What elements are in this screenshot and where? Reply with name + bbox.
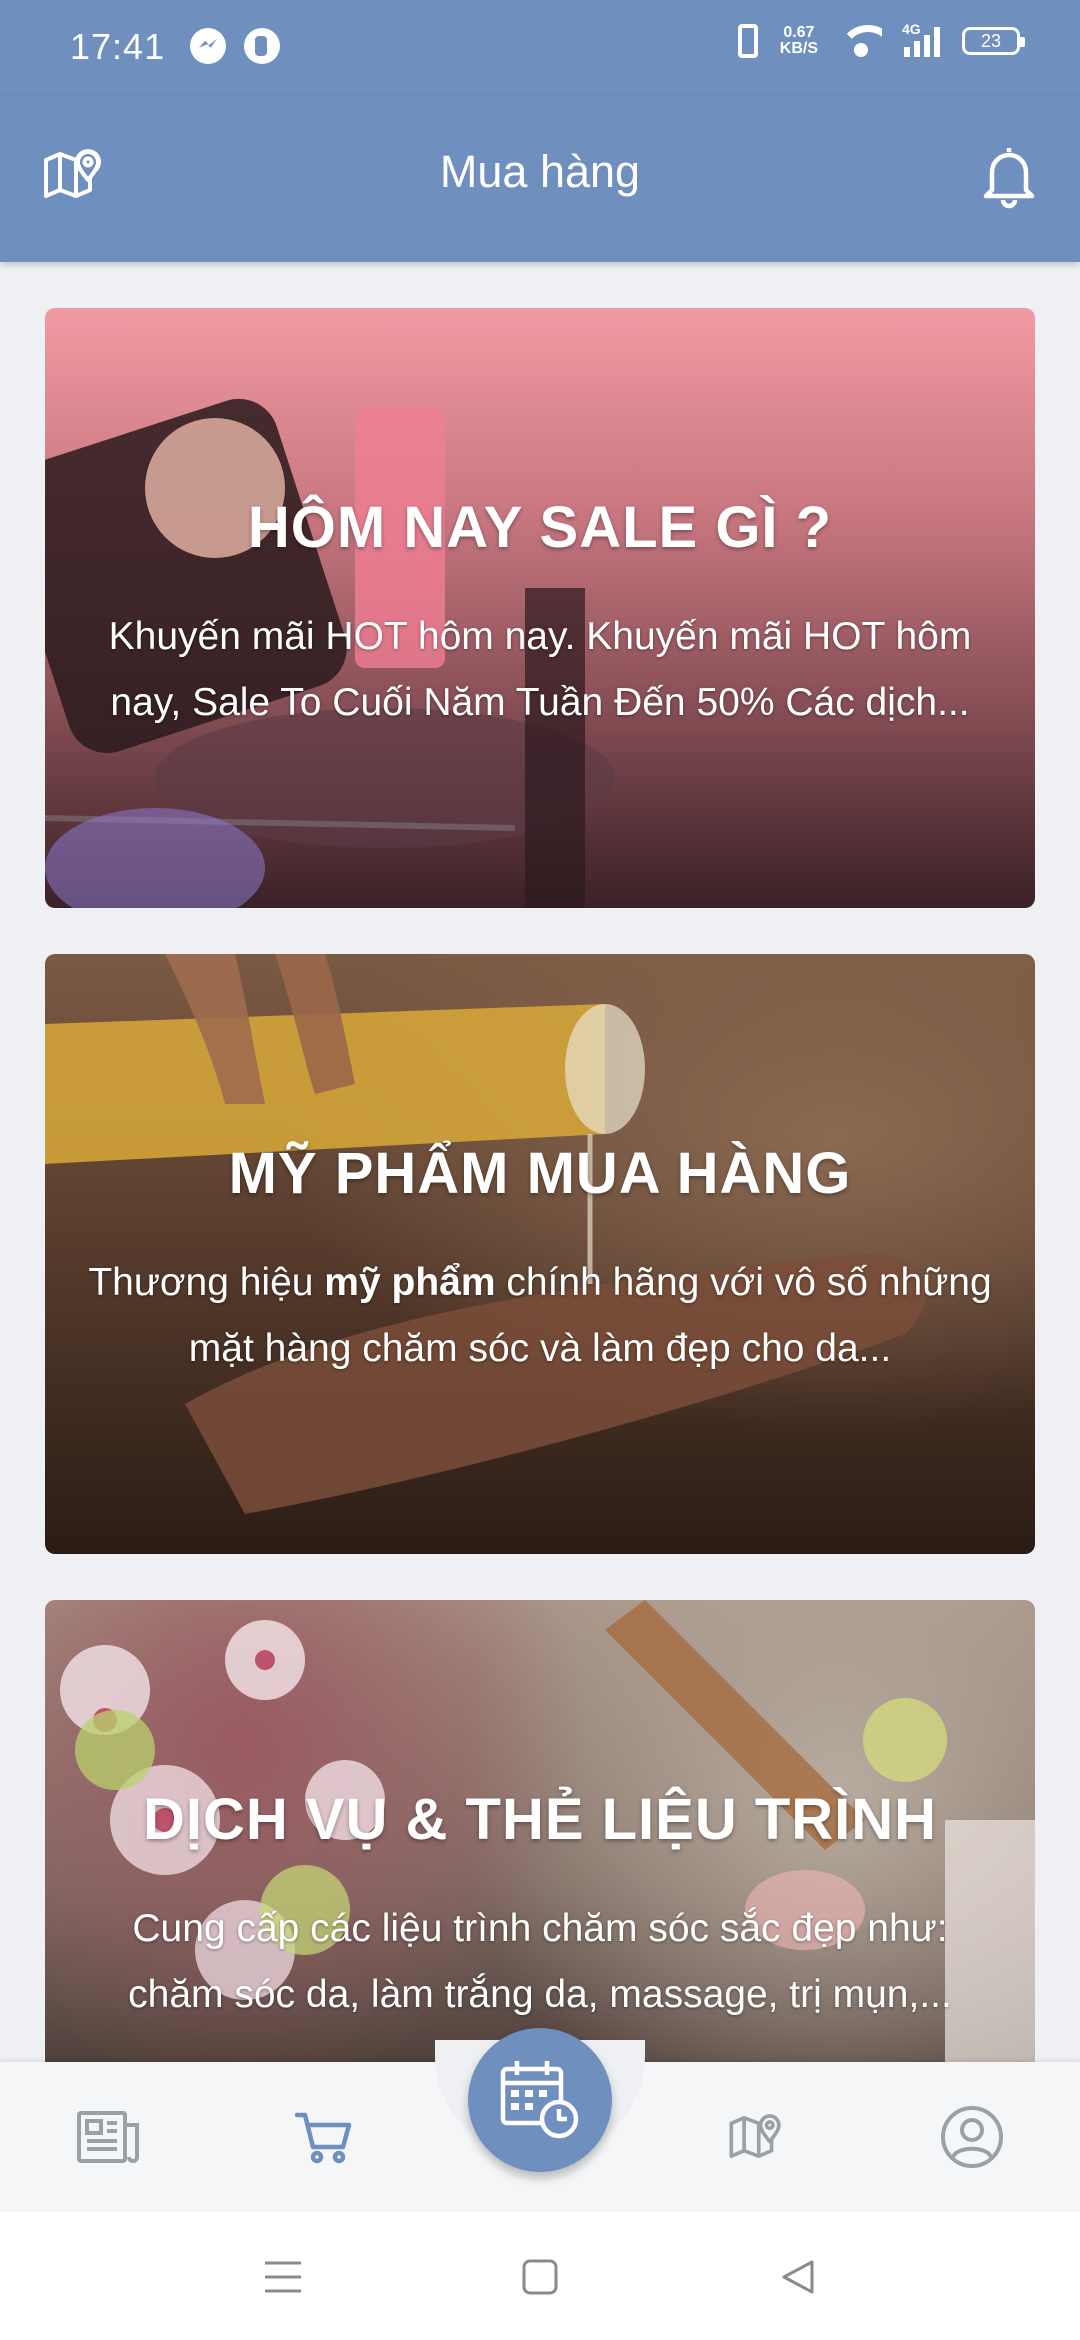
network-type: 4G <box>902 21 921 37</box>
bell-icon <box>983 148 1035 209</box>
nav-profile[interactable] <box>932 2102 1012 2172</box>
nav-cart[interactable] <box>284 2102 364 2172</box>
status-indicators: 0.67 KB/S 4G 23 <box>737 21 1025 58</box>
card-description-prefix: Thương hiệu <box>88 1261 325 1304</box>
category-list: HÔM NAY SALE GÌ ? Khuyến mãi HOT hôm nay… <box>45 308 1035 2116</box>
user-icon <box>941 2106 1003 2168</box>
news-icon <box>77 2111 139 2163</box>
card-description: Khuyến mãi HOT hôm nay. Khuyến mãi HOT h… <box>108 615 972 724</box>
card-title: MỸ PHẨM MUA HÀNG <box>228 1141 852 1206</box>
status-bar: 17:41 0.67 KB/S 4G 23 <box>0 0 1080 96</box>
system-navigation-bar <box>0 2212 1080 2340</box>
notifications-button[interactable] <box>974 140 1044 210</box>
map-icon <box>729 2114 781 2159</box>
back-triangle-icon <box>782 2260 814 2294</box>
card-title: DỊCH VỤ & THẺ LIỆU TRÌNH <box>142 1787 938 1852</box>
page-title: Mua hàng <box>439 146 641 197</box>
card-title: HÔM NAY SALE GÌ ? <box>247 495 833 560</box>
back-button[interactable] <box>772 2252 822 2302</box>
menu-icon <box>265 2261 301 2293</box>
status-time: 17:41 <box>70 26 166 67</box>
calendar-clock-icon <box>500 2061 579 2139</box>
vibrate-icon <box>737 24 758 58</box>
wifi-icon <box>840 25 882 57</box>
card-description-bold: mỹ phẩm <box>324 1261 496 1304</box>
network-speed-value: 0.67 <box>783 24 815 41</box>
booking-fab-button[interactable] <box>468 2028 612 2172</box>
category-card-sale[interactable]: HÔM NAY SALE GÌ ? Khuyến mãi HOT hôm nay… <box>45 308 1035 908</box>
battery-icon: 23 <box>962 27 1025 55</box>
nav-news[interactable] <box>68 2102 148 2172</box>
network-speed: 0.67 KB/S <box>780 25 818 57</box>
category-card-services[interactable]: DỊCH VỤ & THẺ LIỆU TRÌNH Cung cấp các li… <box>45 1600 1035 2070</box>
app-notification-icon <box>244 28 280 64</box>
category-card-cosmetics[interactable]: MỸ PHẨM MUA HÀNG Thương hiệu mỹ phẩm chí… <box>45 954 1035 1554</box>
square-icon <box>522 2259 558 2295</box>
notification-icons <box>190 28 280 64</box>
messenger-icon <box>190 28 226 64</box>
network-speed-unit: KB/S <box>779 40 818 57</box>
card-description: Cung cấp các liệu trình chăm sóc sắc đẹp… <box>128 1907 952 2016</box>
nav-map[interactable] <box>716 2102 796 2172</box>
card-description: Thương hiệu mỹ phẩm chính hãng với vô số… <box>85 1250 995 1382</box>
app-bar: Mua hàng <box>0 96 1080 262</box>
home-button[interactable] <box>515 2252 565 2302</box>
cellular-signal: 4G <box>902 21 940 57</box>
recent-apps-button[interactable] <box>258 2252 308 2302</box>
cart-icon <box>294 2112 352 2164</box>
